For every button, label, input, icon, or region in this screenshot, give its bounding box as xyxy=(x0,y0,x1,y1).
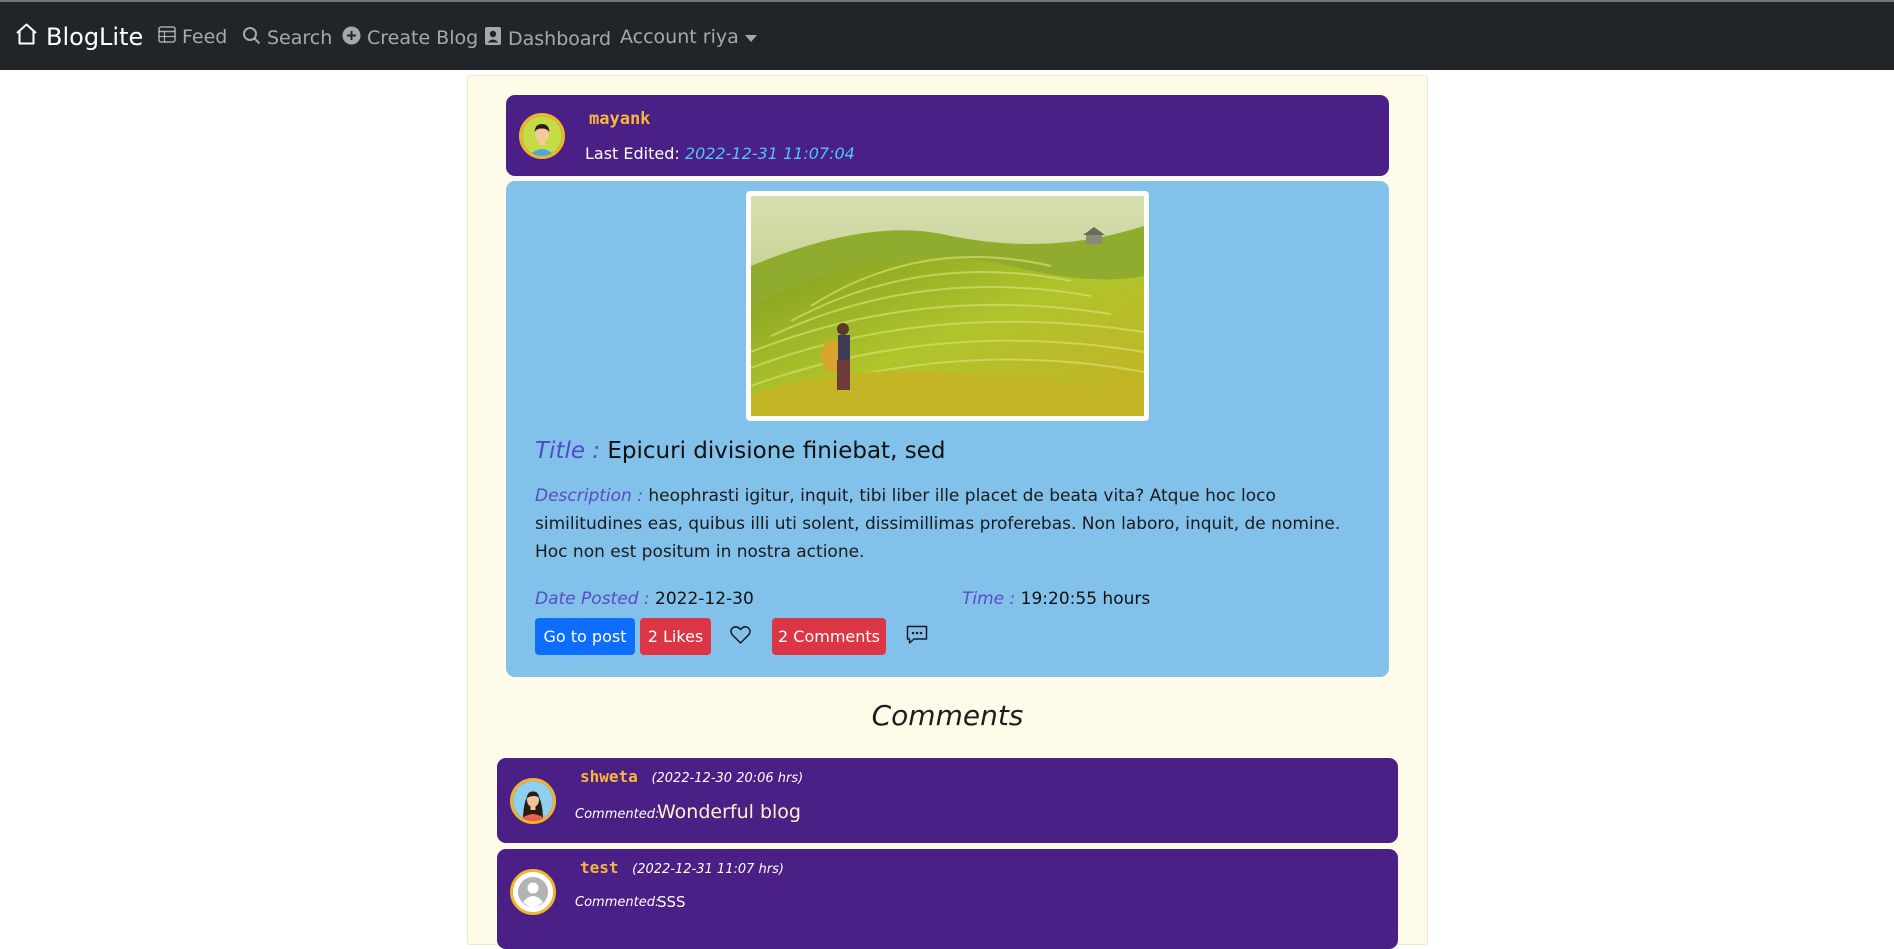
comment-time: (2022-12-30 20:06 hrs) xyxy=(651,771,804,786)
commented-label: Commented: xyxy=(575,807,660,822)
house-icon xyxy=(14,22,46,52)
nav-feed-label: Feed xyxy=(182,26,228,48)
nav-account-dropdown[interactable]: Account riya xyxy=(620,26,757,48)
commenter-avatar xyxy=(510,869,556,915)
author-username[interactable]: mayank xyxy=(589,109,650,129)
search-icon xyxy=(242,26,267,50)
blog-container: mayank Last Edited: 2022-12-31 11:07:04 xyxy=(467,75,1428,949)
author-avatar xyxy=(519,113,565,159)
table-icon xyxy=(158,26,182,48)
comment-time: (2022-12-31 11:07 hrs) xyxy=(632,862,784,877)
post-description-text: heophrasti igitur, inquit, tibi liber il… xyxy=(535,486,1341,562)
go-to-post-button[interactable]: Go to post xyxy=(535,618,635,655)
nav-search-label: Search xyxy=(267,27,333,49)
last-edited-label: Last Edited: xyxy=(585,144,680,163)
comment-username: shweta (2022-12-30 20:06 hrs) xyxy=(580,767,803,786)
likes-button[interactable]: 2 Likes xyxy=(640,618,711,655)
nav-search[interactable]: Search xyxy=(242,26,332,50)
last-edited-date: 2022-12-31 11:07:04 xyxy=(684,144,855,163)
top-navbar: BlogLite Feed Search Create Blog Dashboa… xyxy=(0,0,1894,70)
nav-feed[interactable]: Feed xyxy=(158,26,227,48)
post-title-label: Title : xyxy=(535,438,601,464)
caret-down-icon xyxy=(744,34,757,42)
last-edited: Last Edited: 2022-12-31 11:07:04 xyxy=(585,144,855,163)
post-title: Title : Epicuri divisione finiebat, sed xyxy=(535,438,945,464)
post-date: Date Posted : 2022-12-30 xyxy=(535,589,754,609)
post-date-value: 2022-12-30 xyxy=(655,589,754,609)
comment-card: test (2022-12-31 11:07 hrs) Commented: S… xyxy=(497,849,1398,949)
post-description: Description : heophrasti igitur, inquit,… xyxy=(535,482,1355,566)
nav-dashboard-label: Dashboard xyxy=(508,27,612,50)
post-title-text: Epicuri divisione finiebat, sed xyxy=(607,438,946,464)
comments-button[interactable]: 2 Comments xyxy=(772,618,886,655)
post-card: Title : Epicuri divisione finiebat, sed … xyxy=(506,181,1389,677)
brand-link[interactable]: BlogLite xyxy=(14,22,143,52)
chat-dots-icon[interactable] xyxy=(906,625,928,649)
nav-create-blog[interactable]: Create Blog xyxy=(342,26,478,50)
commenter-avatar xyxy=(510,778,556,824)
commented-label: Commented: xyxy=(575,895,660,910)
plus-circle-icon xyxy=(342,26,367,50)
comments-heading: Comments xyxy=(871,699,1024,732)
post-image xyxy=(746,191,1149,421)
post-author-card: mayank Last Edited: 2022-12-31 11:07:04 xyxy=(506,95,1389,176)
post-date-label: Date Posted : xyxy=(535,589,650,609)
nav-account-label: Account riya xyxy=(620,26,739,48)
person-badge-icon xyxy=(484,26,508,51)
nav-dashboard[interactable]: Dashboard xyxy=(484,26,611,51)
heart-icon[interactable] xyxy=(730,625,751,649)
post-description-label: Description : xyxy=(535,486,643,506)
brand-label: BlogLite xyxy=(46,23,144,51)
post-time: Time : 19:20:55 hours xyxy=(962,589,1150,609)
comment-text: Wonderful blog xyxy=(657,801,801,823)
comment-user[interactable]: shweta xyxy=(580,767,638,786)
comment-text: SSS xyxy=(657,893,686,911)
post-time-value: 19:20:55 hours xyxy=(1020,589,1151,609)
post-time-label: Time : xyxy=(962,589,1016,609)
nav-create-label: Create Blog xyxy=(367,27,479,49)
comment-user[interactable]: test xyxy=(580,858,619,877)
comment-username: test (2022-12-31 11:07 hrs) xyxy=(580,858,784,877)
comment-card: shweta (2022-12-30 20:06 hrs) Commented:… xyxy=(497,758,1398,843)
